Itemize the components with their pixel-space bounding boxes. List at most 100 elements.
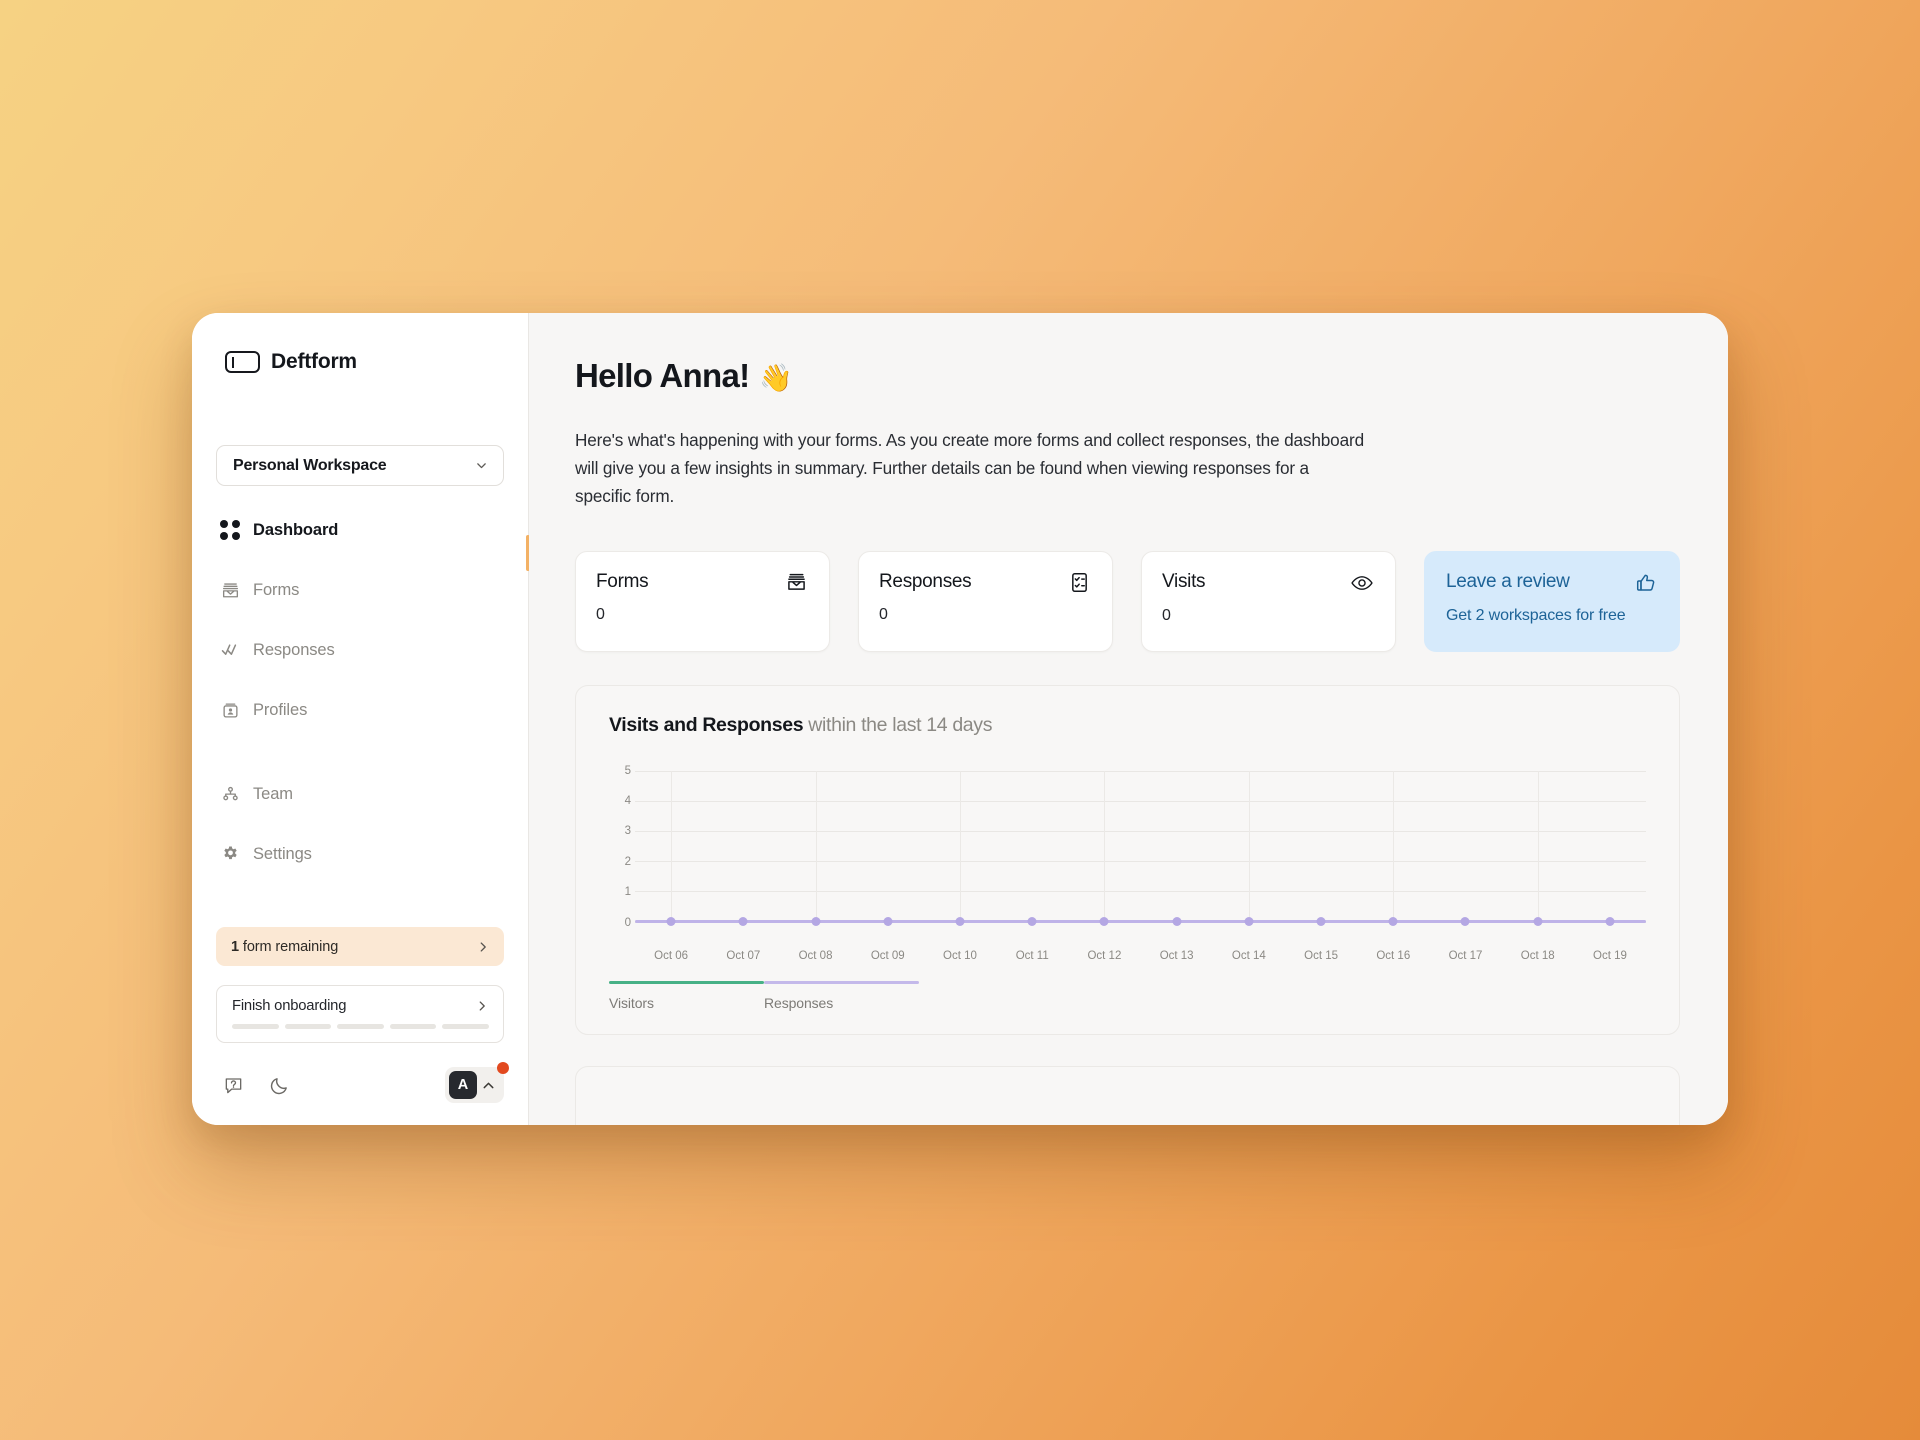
leave-review-card[interactable]: Leave a review Get 2 workspaces for free [1424,550,1680,652]
chart-x-tick: Oct 17 [1448,949,1483,962]
chart-gridline-horizontal [635,770,1646,772]
chart-plot [635,770,1646,927]
stat-title: Responses [879,570,972,592]
review-subtitle: Get 2 workspaces for free [1446,606,1626,624]
stat-card-responses[interactable]: Responses 0 [858,550,1113,652]
chart-data-point[interactable] [1605,917,1615,927]
sidebar-item-dashboard[interactable]: Dashboard [216,513,504,547]
chart-x-tick: Oct 08 [798,949,833,962]
stats-row: Forms 0 Responses 0 Visits 0 Leave a rev… [575,550,1680,652]
sidebar-item-profiles[interactable]: Profiles [216,693,504,727]
eye-icon [1350,571,1374,595]
stat-card-visits[interactable]: Visits 0 [1141,550,1396,652]
chevron-up-icon [481,1078,496,1093]
chart-data-point[interactable] [1533,917,1543,927]
chart-title-suffix: within the last 14 days [808,713,993,736]
sidebar-item-settings[interactable]: Settings [216,837,504,871]
sidebar-bottom: 1 form remaining Finish onboarding A [216,927,509,1125]
chart-x-tick: Oct 06 [654,949,689,962]
chart-gridline-vertical [671,770,673,922]
next-section-card [575,1065,1680,1125]
app-window: Deftform Personal Workspace Dashboard Fo… [192,313,1728,1125]
chart-gridline-horizontal [635,800,1646,802]
chart-x-tick: Oct 14 [1231,949,1266,962]
forms-tray-icon [785,571,808,594]
brand-name: Deftform [271,350,357,373]
forms-remaining-count: 1 [231,938,239,955]
moon-icon[interactable] [264,1070,294,1100]
legend-item-responses[interactable]: Responses [764,980,919,1012]
chart-plot-area: 5 4 3 2 1 0 [609,765,1646,941]
chart-data-point[interactable] [738,917,748,927]
sidebar-item-label: Team [253,784,293,803]
review-title: Leave a review [1446,570,1570,592]
stat-header: Responses [879,571,1091,594]
chart-data-point[interactable] [666,917,676,927]
chart-gridline-vertical [959,770,961,922]
sidebar-item-label: Profiles [253,700,308,719]
chart-gridline-vertical [1393,770,1395,922]
chart-y-tick: 0 [624,916,631,929]
stat-card-forms[interactable]: Forms 0 [575,550,830,652]
chart-data-point[interactable] [811,917,821,927]
nav-divider-gap [216,753,504,777]
sidebar-item-forms[interactable]: Forms [216,573,504,607]
greeting-text: Hello Anna! [575,357,750,394]
sidebar-item-team[interactable]: Team [216,777,504,811]
chart-x-tick: Oct 12 [1087,949,1122,962]
chart-title: Visits and Responses within the last 14 … [609,714,1646,737]
chart-y-axis: 5 4 3 2 1 0 [609,765,635,929]
chart-y-tick: 4 [624,794,631,807]
chart-x-axis: Oct 06 Oct 07 Oct 08 Oct 09 Oct 10 Oct 11 Oct … [635,950,1646,962]
chart-data-point[interactable] [1172,917,1182,927]
chart-x-tick: Oct 07 [726,949,761,962]
chart-data-point[interactable] [1460,917,1470,927]
chart-y-tick: 3 [624,825,631,838]
chart-y-tick: 5 [624,764,631,777]
chart-data-point[interactable] [1099,917,1109,927]
chart-x-tick: Oct 18 [1520,949,1555,962]
chart-x-tick: Oct 09 [870,949,905,962]
chart-data-point[interactable] [1027,917,1037,927]
review-header: Leave a review [1446,571,1658,595]
chevron-right-icon [475,999,489,1013]
stat-title: Visits [1162,570,1206,592]
grid-dots-icon [220,520,240,540]
stat-header: Visits [1162,571,1374,595]
chart-x-tick: Oct 13 [1159,949,1194,962]
checklist-icon [1068,571,1091,594]
brand[interactable]: Deftform [225,350,504,374]
team-icon [220,784,240,804]
chart-x-tick: Oct 15 [1304,949,1339,962]
finish-onboarding-card[interactable]: Finish onboarding [216,985,504,1043]
legend-label: Responses [764,995,834,1012]
chevron-down-icon [475,459,488,472]
stat-title: Forms [596,570,649,592]
sidebar-tools: A [216,1062,509,1103]
sidebar-item-responses[interactable]: Responses [216,633,504,667]
thumbs-up-icon [1634,571,1658,595]
stat-value: 0 [1162,606,1171,624]
chart-gridline-horizontal [635,861,1646,863]
workspace-selector[interactable]: Personal Workspace [216,445,504,486]
chart-data-point[interactable] [955,917,965,927]
chart-y-tick: 1 [624,886,631,899]
chevron-right-icon [476,940,490,954]
chart-data-point[interactable] [1388,917,1398,927]
chart-gridline-vertical [1248,770,1250,922]
profile-card-icon [220,700,240,720]
chart-data-point[interactable] [1316,917,1326,927]
chart-y-tick: 2 [624,855,631,868]
forms-tray-icon [220,580,240,600]
chart-x-tick: Oct 16 [1376,949,1411,962]
chart-data-point[interactable] [883,917,893,927]
forms-remaining-text: form remaining [238,938,339,955]
chart-data-point[interactable] [1244,917,1254,927]
forms-remaining-card[interactable]: 1 form remaining [216,927,504,966]
onboarding-label: Finish onboarding [232,998,347,1014]
user-menu[interactable]: A [445,1062,509,1103]
help-chat-icon[interactable] [218,1070,248,1100]
chart-gridline-vertical [815,770,817,922]
legend-item-visitors[interactable]: Visitors [609,980,764,1011]
sidebar-item-label: Responses [253,640,335,659]
